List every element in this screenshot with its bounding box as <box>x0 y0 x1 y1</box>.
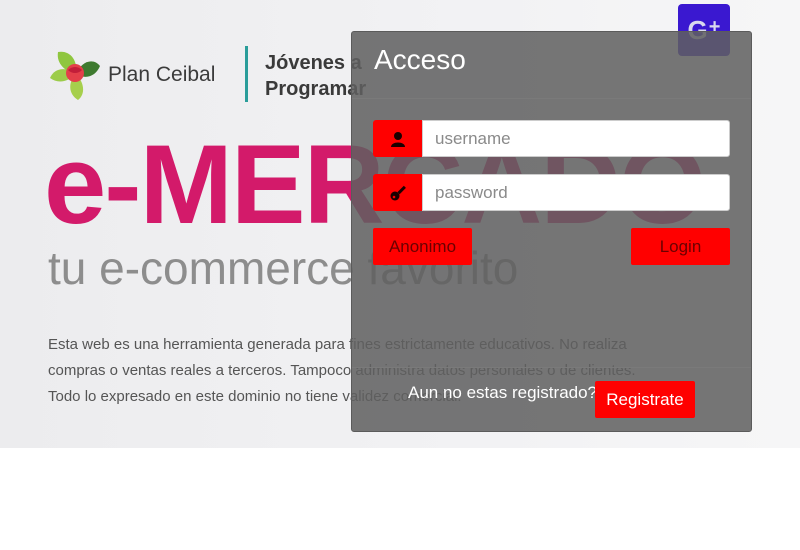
brand-name: Plan Ceibal <box>108 63 216 86</box>
password-field-group <box>373 174 730 211</box>
brand-divider <box>245 46 248 102</box>
username-input[interactable] <box>422 120 730 157</box>
password-input[interactable] <box>422 174 730 211</box>
login-title: Acceso <box>374 44 466 75</box>
plan-ceibal-logo-icon <box>50 51 100 100</box>
username-field-group <box>373 120 730 157</box>
key-icon <box>373 174 422 211</box>
login-panel: Acceso Anonimo Login Aun no estas regist… <box>351 31 752 432</box>
user-icon <box>373 120 422 157</box>
login-button[interactable]: Login <box>631 228 730 265</box>
login-header-divider <box>352 98 751 99</box>
login-footer-divider <box>352 367 751 368</box>
anonymous-button[interactable]: Anonimo <box>373 228 472 265</box>
register-prompt: Aun no estas registrado? <box>408 383 598 402</box>
register-button[interactable]: Registrate <box>595 381 695 418</box>
